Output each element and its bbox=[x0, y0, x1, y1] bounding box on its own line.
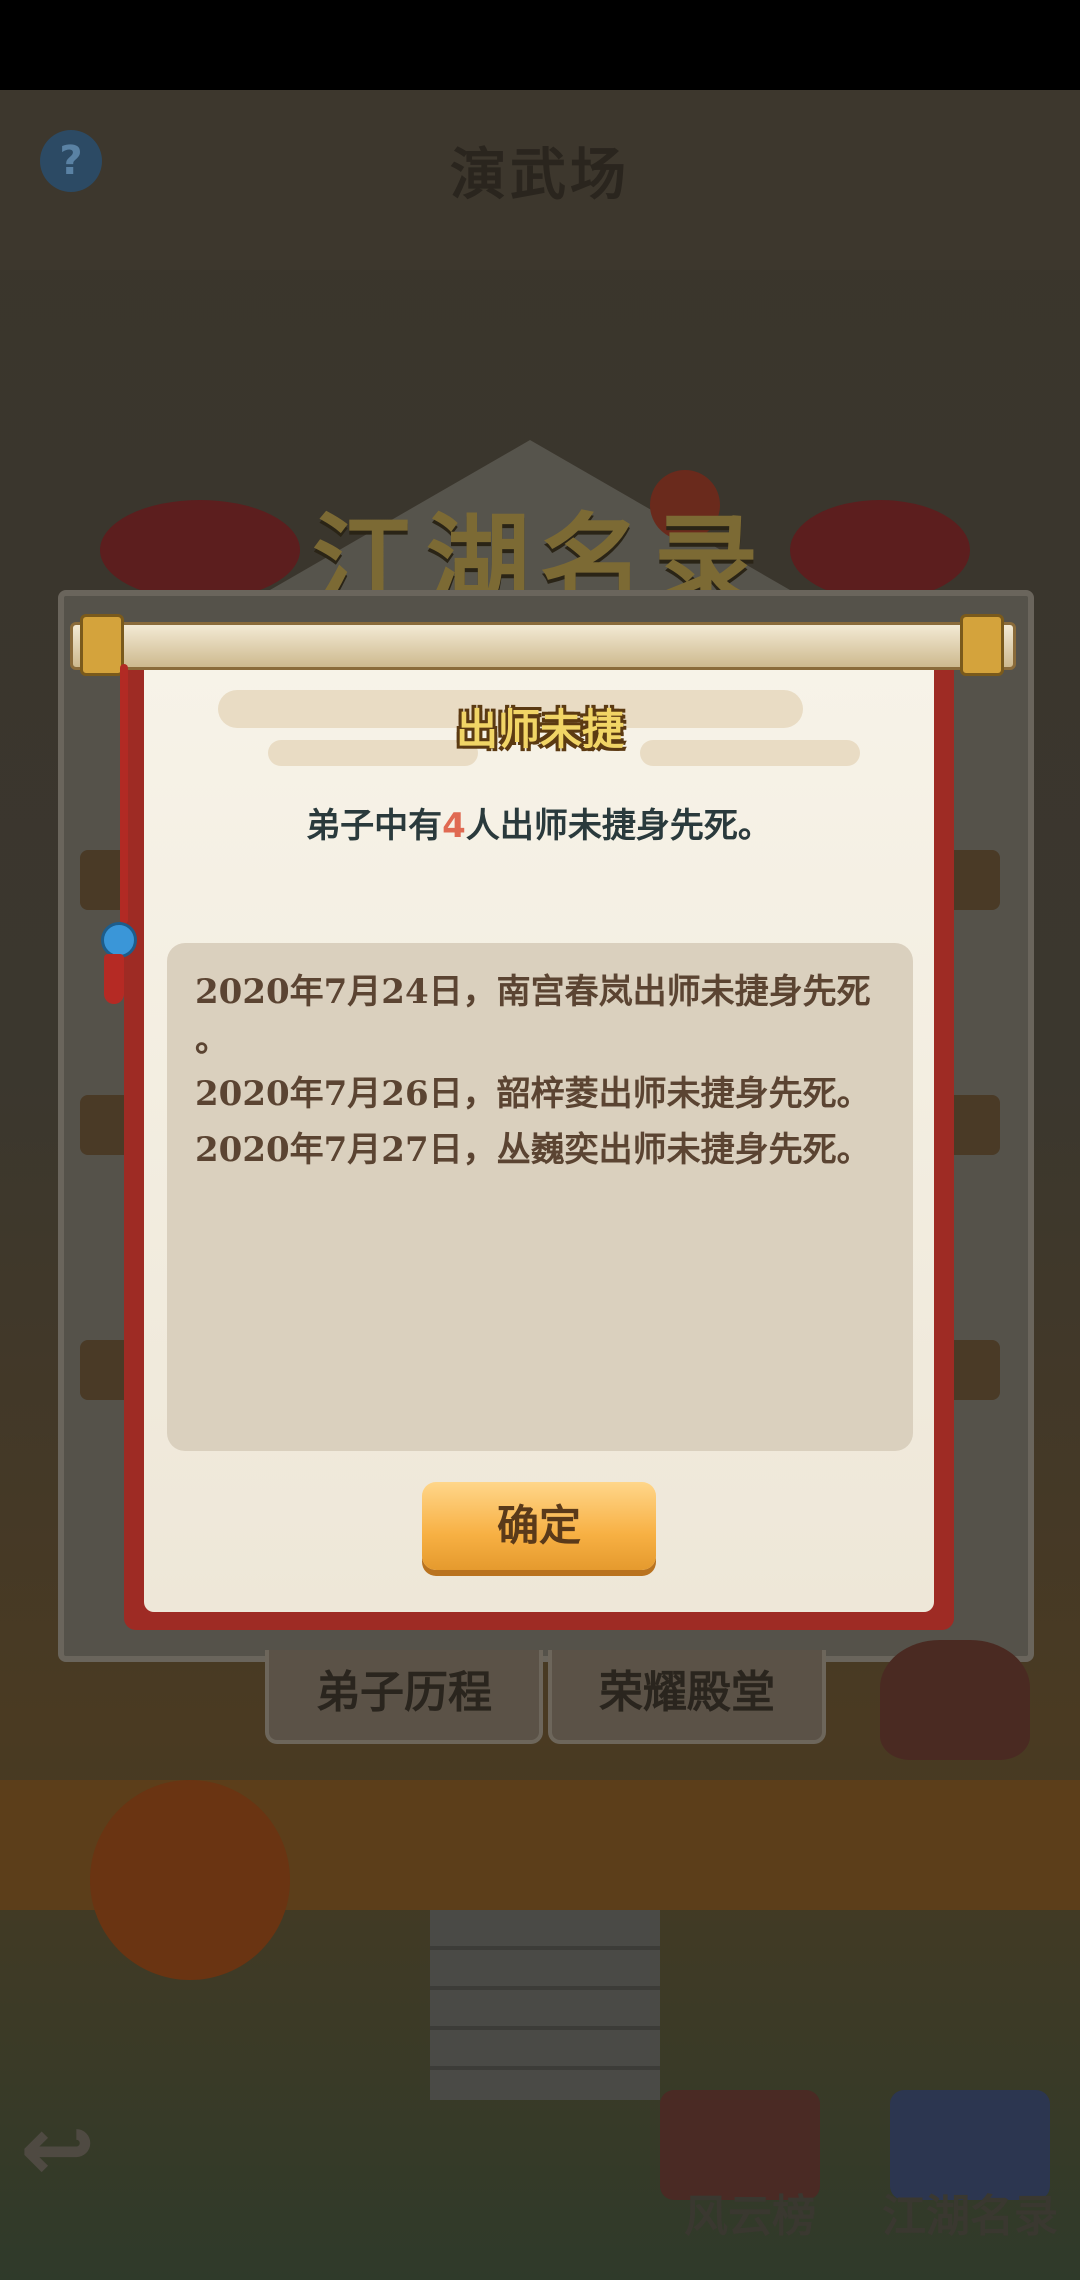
stairs-decoration bbox=[430, 1910, 660, 2100]
log-entry: 。 bbox=[195, 1020, 229, 1060]
casualty-count: 4 bbox=[442, 806, 466, 846]
help-icon[interactable]: ? bbox=[40, 130, 102, 192]
log-entry: 2020年7月24日，南宫春岚出师未捷身先死 bbox=[195, 972, 871, 1012]
tassel-end bbox=[104, 954, 124, 1004]
confirm-button[interactable]: 确定 bbox=[422, 1482, 656, 1570]
furnace-decoration bbox=[90, 1780, 290, 1980]
dialog-title: 出师未捷 bbox=[455, 705, 624, 754]
scroll-rod-cap bbox=[80, 614, 124, 676]
nav-label-jianghu: 江湖名录 bbox=[882, 2191, 1058, 2242]
tree-decoration bbox=[100, 500, 300, 600]
scroll-rod bbox=[70, 622, 1016, 670]
status-bar bbox=[0, 0, 1080, 90]
nav-label-ranking: 风云榜 bbox=[684, 2191, 816, 2242]
back-arrow-icon[interactable]: ↩ bbox=[20, 2105, 140, 2195]
tree-decoration bbox=[790, 500, 970, 600]
summary-suffix: 人出师未捷身先死。 bbox=[465, 806, 772, 846]
summary-text: 弟子中有4人出师未捷身先死。 bbox=[144, 798, 934, 847]
tab-disciple-history[interactable]: 弟子历程 bbox=[265, 1650, 543, 1744]
summary-prefix: 弟子中有 bbox=[306, 806, 443, 846]
log-entry: 2020年7月27日，丛巍奕出师未捷身先死。 bbox=[195, 1130, 871, 1170]
page-title: 演武场 bbox=[450, 143, 630, 208]
scroll-rod-cap bbox=[960, 614, 1004, 676]
tassel-bead bbox=[101, 922, 137, 958]
tab-hall-of-glory[interactable]: 荣耀殿堂 bbox=[548, 1650, 826, 1744]
tassel-cord bbox=[120, 664, 128, 924]
character-sprite bbox=[880, 1640, 1030, 1760]
log-entry: 2020年7月26日，韶梓菱出师未捷身先死。 bbox=[195, 1074, 871, 1114]
